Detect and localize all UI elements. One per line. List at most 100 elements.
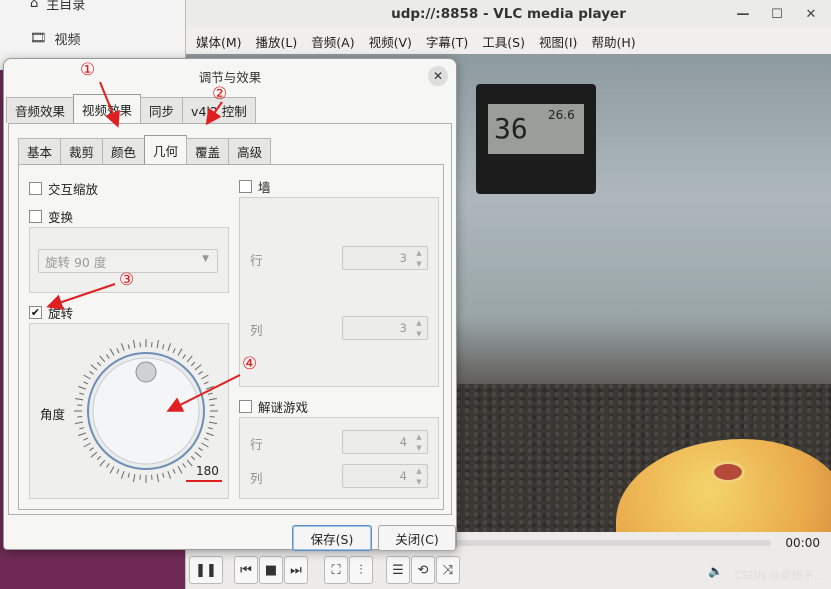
dial-tick	[208, 398, 217, 401]
dial-tick	[198, 371, 203, 375]
next-icon: ⏭	[290, 562, 302, 578]
vlc-titlebar: udp://:8858 - VLC media player — ☐ ✕	[186, 0, 831, 28]
puzzle-option[interactable]: 解谜游戏	[239, 397, 308, 416]
dial-tick	[172, 468, 176, 474]
dialog-title: 调节与效果	[198, 69, 262, 85]
fullscreen-button[interactable]: ⛶	[324, 556, 348, 584]
subtab-basic[interactable]: 基本	[18, 138, 62, 164]
dialog-titlebar: 调节与效果 ✕	[4, 59, 456, 93]
angle-label: 角度	[40, 407, 66, 422]
menu-playback[interactable]: 播放(L)	[256, 32, 298, 51]
wall-rows-value: 3	[399, 251, 407, 265]
dial-tick	[177, 348, 183, 356]
adjustments-effects-dialog: 调节与效果 ✕ 音频效果 视频效果 同步 v4l2 控制 基本 裁剪 颜色 几何…	[3, 58, 457, 551]
wall-cols-spinbox[interactable]: 3 ▲ ▼	[342, 316, 428, 340]
rotate-label: 旋转	[48, 306, 74, 321]
spin-up-icon[interactable]: ▲	[413, 248, 425, 258]
prev-button[interactable]: ⏮	[234, 556, 258, 584]
minimize-icon[interactable]: —	[733, 4, 753, 24]
transform-option[interactable]: 变换	[29, 207, 73, 226]
speaker-icon[interactable]: 🔈	[708, 564, 723, 578]
shuffle-button[interactable]: ⤨	[436, 556, 460, 584]
dial-tick	[177, 466, 183, 474]
puzzle-cols-label: 列	[250, 471, 263, 486]
puzzle-group: 行 4 ▲ ▼ 列 4 ▲ ▼	[239, 417, 439, 499]
spin-up-icon[interactable]: ▲	[413, 432, 425, 442]
dial-tick	[182, 463, 186, 468]
spin-down-icon[interactable]: ▼	[413, 329, 425, 339]
dial-tick	[96, 361, 102, 367]
dial-tick	[78, 432, 87, 437]
shuffle-icon: ⤨	[442, 562, 454, 578]
pause-button[interactable]: ❚❚	[189, 556, 223, 584]
menu-view[interactable]: 视图(I)	[539, 32, 577, 51]
video-effects-panel: 基本 裁剪 颜色 几何 覆盖 高级 交互缩放 变换 旋转 90 度 ▼ ✔ 旋转…	[8, 123, 452, 515]
thermo-humidity: 36	[494, 112, 528, 145]
menu-media[interactable]: 媒体(M)	[196, 32, 242, 51]
wall-rows-spinbox[interactable]: 3 ▲ ▼	[342, 246, 428, 270]
dial-tick	[89, 371, 94, 375]
interactive-zoom-option[interactable]: 交互缩放	[29, 179, 98, 198]
subtab-color[interactable]: 颜色	[102, 138, 146, 164]
dial-tick	[83, 437, 89, 441]
rotate-group: 角度 180	[29, 323, 229, 499]
wall-cols-value: 3	[399, 321, 407, 335]
tab-video-effects[interactable]: 视频效果	[73, 94, 142, 123]
dial-tick	[83, 374, 91, 380]
maximize-icon[interactable]: ☐	[767, 4, 787, 24]
watermark: CSDN @意想不...	[734, 569, 824, 582]
dial-tick	[99, 459, 106, 467]
menu-video[interactable]: 视频(V)	[369, 32, 412, 51]
wall-checkbox[interactable]	[239, 180, 252, 193]
dial-tick	[83, 381, 89, 385]
subtab-advanced[interactable]: 高级	[228, 138, 272, 164]
dial-tick	[207, 427, 213, 430]
annotation-2: ②	[212, 84, 228, 104]
tab-audio-effects[interactable]: 音频效果	[6, 97, 75, 123]
dial-tick	[106, 354, 110, 359]
menu-tools[interactable]: 工具(S)	[482, 32, 525, 51]
spin-up-icon[interactable]: ▲	[413, 318, 425, 328]
puzzle-rows-spinbox[interactable]: 4 ▲ ▼	[342, 430, 428, 454]
wall-option[interactable]: 墙	[239, 177, 271, 196]
dial-tick	[167, 470, 172, 479]
menu-help[interactable]: 帮助(H)	[591, 32, 635, 51]
menu-subtitle[interactable]: 字幕(T)	[426, 32, 468, 51]
close-button[interactable]: 关闭(C)	[378, 525, 456, 551]
subtab-crop[interactable]: 裁剪	[60, 138, 104, 164]
subtab-overlay[interactable]: 覆盖	[186, 138, 230, 164]
tab-sync[interactable]: 同步	[140, 97, 184, 123]
interactive-zoom-checkbox[interactable]	[29, 182, 42, 195]
sidebar-item-home[interactable]: ⌂ 主目录	[30, 0, 85, 14]
dial-tick	[90, 364, 98, 371]
puzzle-cols-spinbox[interactable]: 4 ▲ ▼	[342, 464, 428, 488]
dial-tick	[194, 451, 202, 458]
loop-button[interactable]: ⟲	[411, 556, 435, 584]
dialog-close-icon[interactable]: ✕	[428, 66, 448, 86]
spin-down-icon[interactable]: ▼	[413, 477, 425, 487]
extended-settings-button[interactable]: ⫶	[349, 556, 373, 584]
spin-up-icon[interactable]: ▲	[413, 466, 425, 476]
transform-checkbox[interactable]	[29, 210, 42, 223]
rotate-option[interactable]: ✔ 旋转	[29, 303, 73, 322]
dial-tick	[186, 355, 193, 363]
dial-tick	[116, 348, 120, 354]
close-icon[interactable]: ✕	[801, 4, 821, 24]
stop-button[interactable]: ■	[259, 556, 283, 584]
puzzle-checkbox[interactable]	[239, 400, 252, 413]
rotate-checkbox[interactable]: ✔	[29, 306, 42, 319]
dial-tick	[116, 468, 120, 474]
save-button[interactable]: 保存(S)	[292, 525, 372, 551]
dial-tick	[127, 344, 130, 350]
next-button[interactable]: ⏭	[284, 556, 308, 584]
dial-tick	[106, 463, 110, 468]
interactive-zoom-label: 交互缩放	[48, 182, 99, 197]
wall-label: 墙	[258, 180, 271, 195]
fullscreen-icon: ⛶	[331, 562, 341, 578]
spin-down-icon[interactable]: ▼	[413, 443, 425, 453]
sidebar-item-videos[interactable]: 🎞 视频	[30, 27, 81, 49]
menu-audio[interactable]: 音频(A)	[311, 32, 354, 51]
playlist-button[interactable]: ☰	[386, 556, 410, 584]
subtab-geometry[interactable]: 几何	[144, 135, 188, 164]
spin-down-icon[interactable]: ▼	[413, 259, 425, 269]
